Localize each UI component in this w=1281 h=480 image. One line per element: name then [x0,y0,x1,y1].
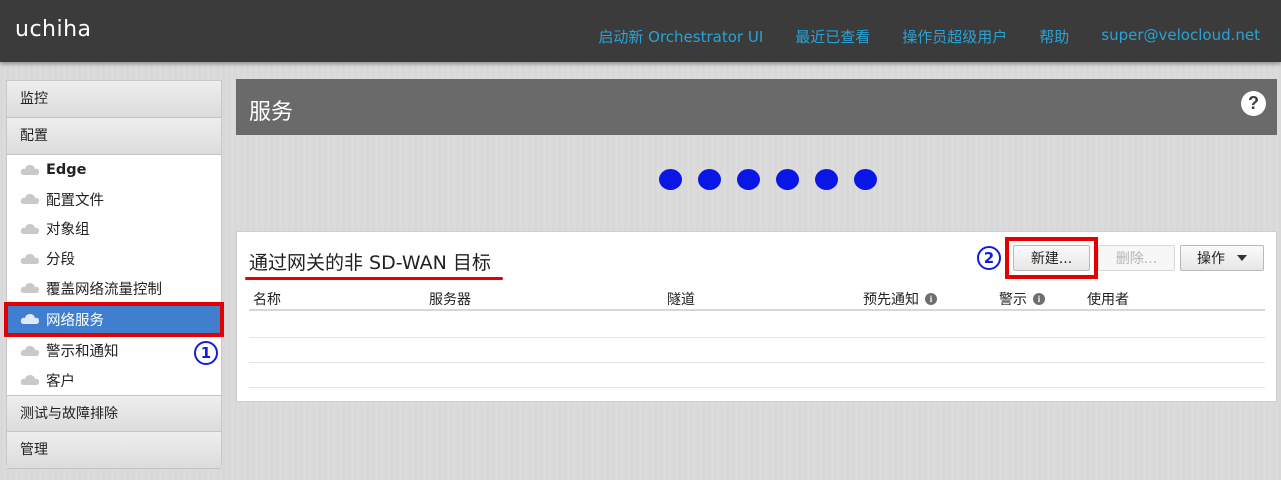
sidebar-item-label: 分段 [46,252,75,269]
panel-title-suffix: 目标 [446,252,491,274]
sidebar-item-edge[interactable]: Edge [7,155,221,185]
column-label: 名称 [253,292,281,308]
loading-dot [737,169,760,190]
sidebar-item-label: 覆盖网络流量控制 [46,281,162,298]
cloud-icon [20,223,39,234]
top-nav: 启动新 Orchestrator UI 最近已查看 操作员超级用户 帮助 sup… [598,26,1260,47]
step-marker-2: 2 [977,246,1001,270]
loading-dot [854,169,877,190]
actions-button-label: 操作 [1197,251,1225,267]
cloud-icon [20,345,39,356]
nav-operator-link[interactable]: 操作员超级用户 [902,26,1007,47]
table-row [249,363,1265,388]
column-server[interactable]: 服务器 [429,289,471,309]
loading-dot [698,169,721,190]
sidebar-item-profiles[interactable]: 配置文件 [7,185,221,215]
column-label: 服务器 [429,292,471,308]
column-used-by[interactable]: 使用者 [1087,289,1129,309]
panel-title-sdwan: SD-WAN [369,252,447,274]
sidebar-item-label: 警示和通知 [46,344,119,361]
column-label: 警示 [999,292,1027,308]
cloud-icon [20,314,39,325]
sidebar-item-overlay-flow-control[interactable]: 覆盖网络流量控制 [7,273,221,303]
sidebar-item-network-services[interactable]: 网络服务 [4,301,224,337]
new-button[interactable]: 新建... [1013,245,1090,271]
step-marker-1: 1 [194,341,218,365]
column-alerts[interactable]: 警示 i [999,289,1045,309]
title-underline-annotation [245,277,503,280]
nav-help-link[interactable]: 帮助 [1039,26,1069,47]
sidebar-item-label: 配置文件 [46,192,104,209]
sidebar-section-monitor[interactable]: 监控 [7,81,221,118]
column-label: 隧道 [667,292,695,308]
nav-user-link[interactable]: super@velocloud.net [1101,26,1260,47]
sidebar-section-configure[interactable]: 配置 [7,118,221,155]
panel-title: 通过网关的非 SD-WAN 目标 [249,248,491,275]
sidebar-item-segments[interactable]: 分段 [7,244,221,274]
top-bar: uchiha 启动新 Orchestrator UI 最近已查看 操作员超级用户… [0,0,1281,62]
page-header: 服务 ? [236,79,1277,135]
column-pre-notify[interactable]: 预先通知 i [863,289,937,309]
table-row [249,338,1265,363]
info-icon[interactable]: i [1033,293,1045,305]
services-panel: 通过网关的非 SD-WAN 目标 2 新建... 删除... 操作 名称 服务器… [236,231,1277,402]
delete-button[interactable]: 删除... [1098,245,1175,271]
nav-new-ui-link[interactable]: 启动新 Orchestrator UI [598,26,763,47]
loading-indicator [659,169,877,190]
sidebar-item-object-groups[interactable]: 对象组 [7,214,221,244]
chevron-down-icon [1237,255,1247,261]
nav-recent-link[interactable]: 最近已查看 [795,26,870,47]
page-title: 服务 [249,100,294,125]
sidebar-configure-items: Edge 配置文件 对象组 分段 覆盖网络流量控制 网络服务 警示和通知 客户 [4,155,224,396]
loading-dot [776,169,799,190]
cloud-icon [20,194,39,205]
brand-name[interactable]: uchiha [15,17,92,42]
help-icon[interactable]: ? [1241,91,1266,116]
sidebar-item-customers[interactable]: 客户 [7,366,221,396]
cloud-icon [20,253,39,264]
cloud-icon [20,164,39,175]
column-name[interactable]: 名称 [253,289,281,309]
panel-title-prefix: 通过网关的非 [249,252,370,274]
column-label: 预先通知 [863,292,919,308]
sidebar-item-label: Edge [46,161,87,178]
loading-dot [815,169,838,190]
sidebar-item-label: 对象组 [46,222,90,239]
loading-dot [659,169,682,190]
sidebar: 监控 配置 Edge 配置文件 对象组 分段 覆盖网络流量控制 网络服务 警示和… [4,80,224,470]
table-header: 名称 服务器 隧道 预先通知 i 警示 i 使用者 [249,287,1265,311]
info-icon[interactable]: i [925,293,937,305]
sidebar-section-admin[interactable]: 管理 [7,432,221,470]
cloud-icon [20,283,39,294]
actions-button[interactable]: 操作 [1180,245,1264,271]
column-label: 使用者 [1087,292,1129,308]
sidebar-section-test[interactable]: 测试与故障排除 [7,395,221,433]
sidebar-item-alerts[interactable]: 警示和通知 [7,336,221,366]
column-tunnel[interactable]: 隧道 [667,289,695,309]
table-row [249,313,1265,338]
sidebar-item-label: 客户 [46,373,75,390]
sidebar-item-label: 网络服务 [46,312,104,329]
cloud-icon [20,375,39,386]
